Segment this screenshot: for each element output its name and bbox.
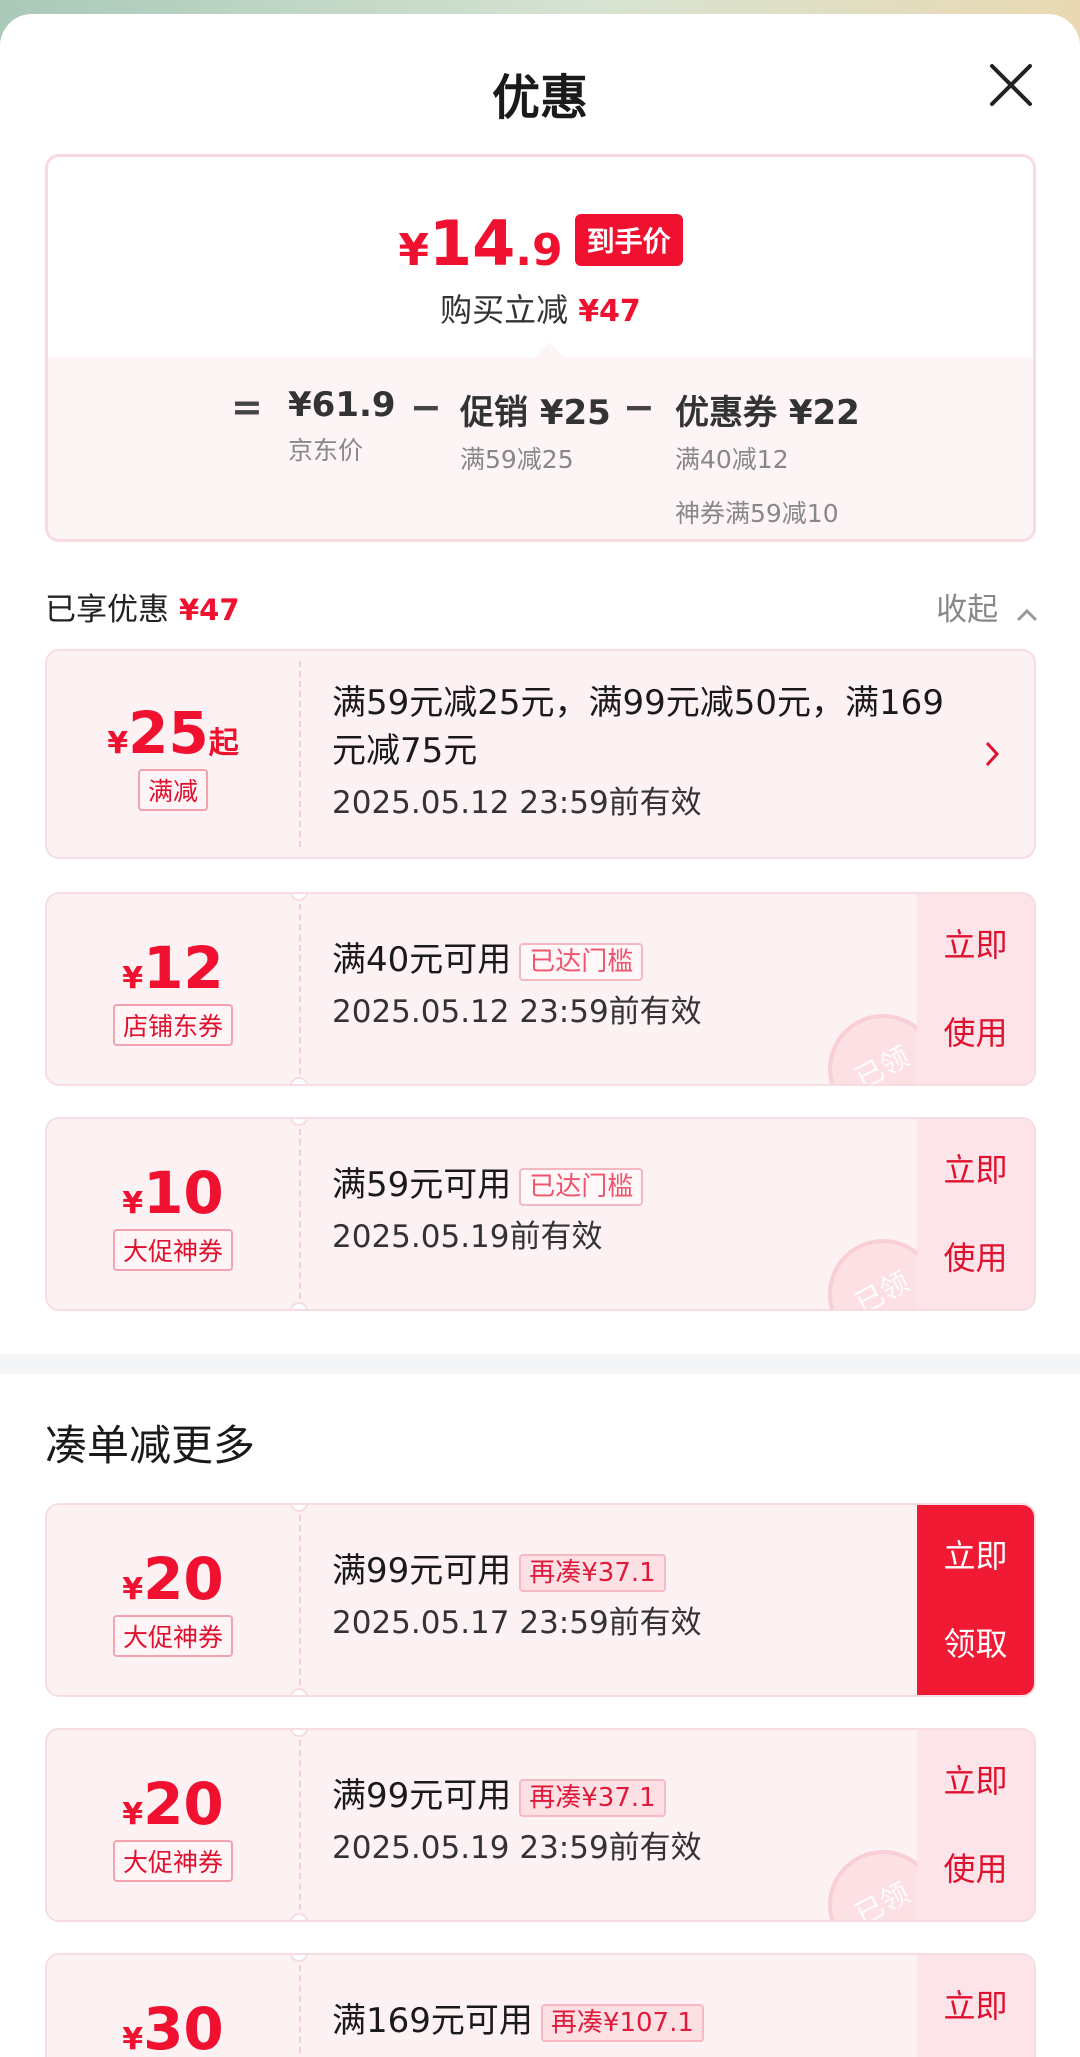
- coupon-value: ¥25起 满减: [47, 651, 299, 857]
- enjoyed-discount-summary: 已享优惠 ¥47: [45, 584, 240, 629]
- coupon-type-tag: 满减: [137, 769, 208, 811]
- coupon-info: 满59元减25元，满99元减50元，满169元减75元 2025.05.12 2…: [332, 679, 944, 822]
- promo-amount: 促销 ¥25: [460, 393, 611, 433]
- use-now-button[interactable]: 立即使用: [917, 1955, 1034, 2057]
- minus-sign: −: [623, 385, 655, 429]
- claim-now-button[interactable]: 立即 领取: [917, 1505, 1034, 1695]
- coupon-desc: 满40元可用: [332, 940, 512, 980]
- coupon-amount: 优惠券 ¥22: [675, 393, 860, 433]
- coupon-value: ¥12 店铺东券: [47, 894, 299, 1084]
- coupon-info: 满169元可用 再凑¥107.1: [332, 1997, 914, 2045]
- coupon-info: 满99元可用 再凑¥37.1 2025.05.19 23:59前有效: [332, 1772, 914, 1867]
- equals-sign: =: [231, 385, 263, 429]
- coupon-desc: 满99元可用: [332, 1551, 512, 1591]
- add-more-badge: 再凑¥37.1: [519, 1778, 666, 1817]
- sheet-title: 优惠: [491, 70, 588, 126]
- coupon-type-tag: 大促神券: [112, 1840, 233, 1882]
- coupon-desc: 满59元减25元，满99元减50元，满169元减75元: [332, 683, 944, 771]
- final-price: ¥14.9: [398, 207, 563, 280]
- coupon-desc: 满169元可用: [332, 2001, 533, 2041]
- coupon-info: 满40元可用 已达门槛 2025.05.12 23:59前有效: [332, 936, 914, 1031]
- coupon-info: 满59元可用 已达门槛 2025.05.19前有效: [332, 1161, 914, 1256]
- final-price-area: ¥14.9 到手价 购买立减 ¥47: [48, 157, 1033, 357]
- threshold-badge: 已达门槛: [519, 942, 644, 981]
- price-formula: = ¥61.9 京东价 − 促销 ¥25 满59减25 − 优惠券 ¥22 满4…: [48, 385, 1033, 528]
- coupon-type-tag: 店铺东券: [112, 1004, 233, 1046]
- coupon-amount: ¥20: [122, 1545, 224, 1613]
- coupon-rule-1: 满40减12: [675, 445, 789, 474]
- promo-term: 促销 ¥25 满59减25: [460, 385, 611, 476]
- coupon-divider: [299, 1129, 301, 1299]
- base-price: ¥61.9: [288, 385, 396, 425]
- coupon-card[interactable]: ¥25起 满减 满59元减25元，满99元减50元，满169元减75元 2025…: [45, 649, 1036, 859]
- coupon-card: ¥10 大促神券 满59元可用 已达门槛 2025.05.19前有效 已领 立即使…: [45, 1117, 1036, 1311]
- base-price-term: ¥61.9 京东价: [288, 385, 396, 467]
- coupon-value: ¥20 大促神券: [47, 1505, 299, 1695]
- promo-rule: 满59减25: [460, 445, 574, 474]
- coupon-amount: ¥12: [122, 934, 224, 1002]
- coupon-card: ¥20 大促神券 满99元可用 再凑¥37.1 2025.05.19 23:59前…: [45, 1728, 1036, 1922]
- use-now-button[interactable]: 立即使用: [917, 1730, 1034, 1920]
- discount-sheet: 优惠 ¥14.9 到手价 购买立减 ¥47 = ¥61.9 京东价 − 促销 ¥…: [0, 14, 1080, 2057]
- coupon-rule-2: 神券满59减10: [675, 499, 839, 528]
- add-more-badge: 再凑¥107.1: [540, 2003, 704, 2042]
- enjoyed-label: 已享优惠: [45, 592, 169, 628]
- final-price-row: ¥14.9 到手价: [48, 207, 1033, 280]
- section-separator: [0, 1354, 1080, 1374]
- coupon-desc: 满59元可用: [332, 1165, 512, 1205]
- coupon-value: ¥30: [47, 1955, 299, 2057]
- coupon-validity: 2025.05.19 23:59前有效: [332, 1830, 702, 1866]
- close-icon: [990, 64, 1032, 106]
- instant-reduce-row: 购买立减 ¥47: [48, 285, 1033, 331]
- instant-reduce-label: 购买立减: [440, 291, 569, 329]
- chevron-right-icon[interactable]: [984, 740, 1000, 772]
- coupon-card: ¥30 满169元可用再凑¥107.1 立即使用: [45, 1953, 1036, 2057]
- price-formula-area: = ¥61.9 京东价 − 促销 ¥25 满59减25 − 优惠券 ¥22 满4…: [48, 342, 1033, 539]
- coupon-info: 满99元可用 再凑¥37.1 2025.05.17 23:59前有效: [332, 1547, 914, 1642]
- coupon-type-tag: 大促神券: [112, 1615, 233, 1657]
- coupon-value: ¥20 大促神券: [47, 1730, 299, 1920]
- use-now-button[interactable]: 立即使用: [917, 1119, 1034, 1309]
- minus-sign: −: [410, 385, 442, 429]
- coupon-amount: ¥30: [122, 1995, 224, 2057]
- final-price-tag: 到手价: [574, 214, 683, 266]
- price-breakdown-card: ¥14.9 到手价 购买立减 ¥47 = ¥61.9 京东价 − 促销 ¥25 满5…: [45, 154, 1036, 542]
- coupon-card: ¥20 大促神券 满99元可用 再凑¥37.1 2025.05.17 23:59前…: [45, 1503, 1036, 1697]
- coupon-term: 优惠券 ¥22 满40减12 神券满59减10: [675, 385, 860, 530]
- coupon-desc: 满99元可用: [332, 1776, 512, 1816]
- coupon-divider: [299, 904, 301, 1074]
- collapse-button[interactable]: 收起: [936, 584, 1038, 630]
- coupon-divider: [299, 1965, 301, 2057]
- collapse-label: 收起: [936, 592, 999, 628]
- coupon-type-tag: 大促神券: [112, 1229, 233, 1271]
- coupon-amount: ¥20: [122, 1770, 224, 1838]
- use-now-button[interactable]: 立即使用: [917, 894, 1034, 1084]
- coupon-validity: 2025.05.12 23:59前有效: [332, 994, 702, 1030]
- coupon-value: ¥10 大促神券: [47, 1119, 299, 1309]
- enjoyed-amount: ¥47: [179, 593, 240, 627]
- coupon-validity: 2025.05.19前有效: [332, 1219, 603, 1255]
- threshold-badge: 已达门槛: [519, 1167, 644, 1206]
- instant-reduce-amount: ¥47: [578, 294, 641, 329]
- chevron-up-icon: [1016, 594, 1038, 630]
- coupon-card: ¥12 店铺东券 满40元可用 已达门槛 2025.05.12 23:59前有效 …: [45, 892, 1036, 1086]
- coupon-amount: ¥25起: [107, 699, 239, 767]
- coupon-divider: [299, 1515, 301, 1685]
- add-more-badge: 再凑¥37.1: [519, 1553, 666, 1592]
- more-discounts-title: 凑单减更多: [45, 1421, 256, 1470]
- coupon-divider: [299, 661, 301, 847]
- coupon-validity: 2025.05.12 23:59前有效: [332, 785, 702, 821]
- sheet-header: 优惠: [0, 14, 1080, 159]
- coupon-amount: ¥10: [122, 1159, 224, 1227]
- base-price-label: 京东价: [288, 436, 364, 465]
- coupon-validity: 2025.05.17 23:59前有效: [332, 1605, 702, 1641]
- coupon-divider: [299, 1740, 301, 1910]
- close-button[interactable]: [986, 60, 1036, 110]
